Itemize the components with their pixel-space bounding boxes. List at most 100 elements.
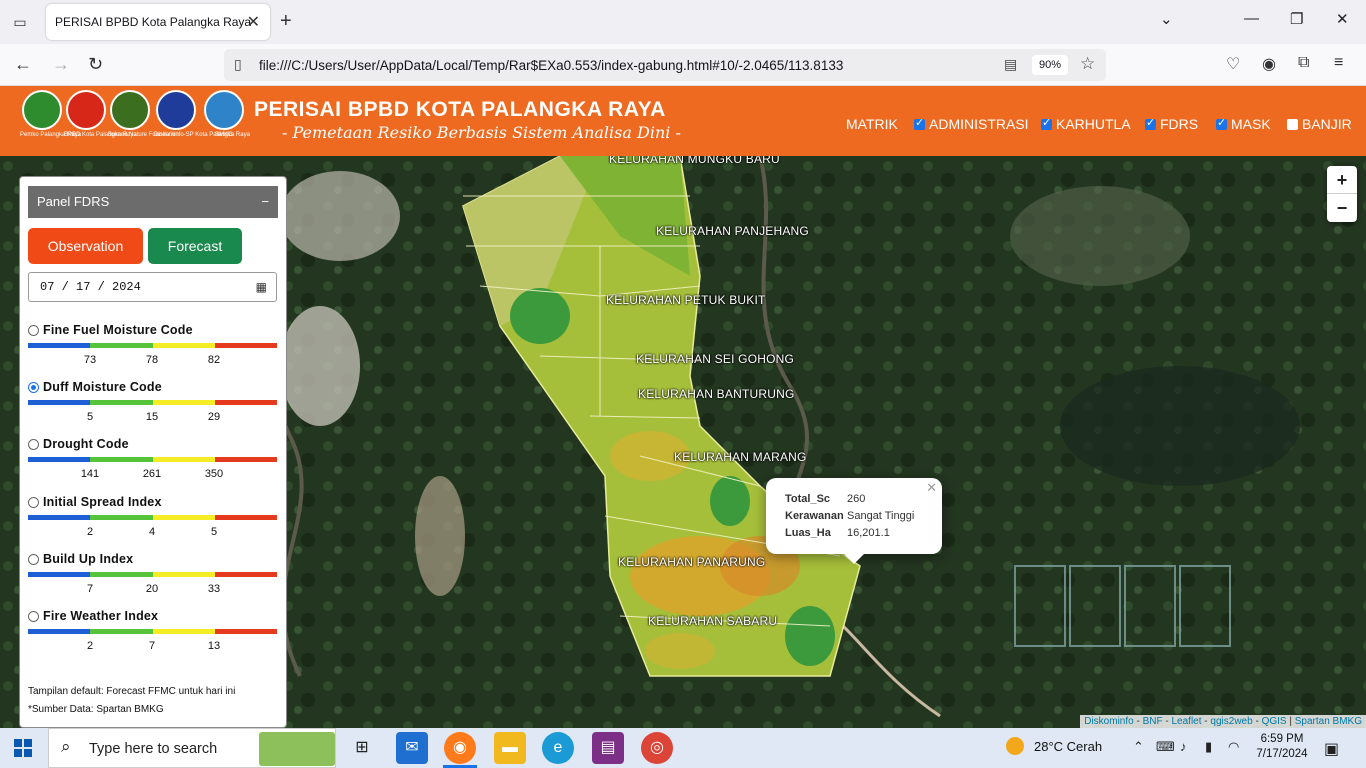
mail-app-icon[interactable]: ✉	[396, 732, 428, 764]
minimize-icon[interactable]: —	[1244, 10, 1259, 27]
menu-banjir[interactable]: BANJIR	[1287, 116, 1352, 132]
keyboard-icon[interactable]: ⌨	[1156, 739, 1175, 755]
forward-icon[interactable]: →	[52, 54, 70, 75]
radio-button[interactable]	[28, 439, 39, 450]
default-note: Tampilan default: Forecast FFMC untuk ha…	[28, 686, 236, 697]
close-tab-icon[interactable]: ✕	[247, 12, 260, 32]
attribution-link[interactable]: qgis2web	[1210, 716, 1252, 727]
tab-list-icon[interactable]: ▭	[10, 12, 30, 32]
winrar-icon[interactable]: ▤	[592, 732, 624, 764]
app-title: PERISAI BPBD KOTA PALANGKA RAYA	[254, 98, 666, 121]
browser-tab-bar: ▭ PERISAI BPBD Kota Palangka Raya ✕ + ⌄ …	[0, 0, 1366, 44]
back-icon[interactable]: ←	[14, 54, 32, 75]
file-explorer-icon[interactable]: ▬	[494, 732, 526, 764]
checkbox-fdrs[interactable]	[1145, 116, 1156, 130]
observation-button[interactable]: Observation	[28, 228, 143, 264]
zoom-in-button[interactable]: +	[1327, 166, 1357, 194]
restore-icon[interactable]: ❐	[1290, 10, 1303, 28]
wifi-icon[interactable]: ◠	[1228, 739, 1239, 755]
firefox-icon[interactable]: ◉	[444, 732, 476, 764]
taskbar-search[interactable]: ⌕ Type here to search	[48, 728, 336, 768]
menu-administrasi-label: ADMINISTRASI	[929, 116, 1029, 132]
checkbox-banjir[interactable]	[1287, 119, 1298, 130]
threshold: 33	[207, 583, 221, 595]
logo-caption: BMKG	[215, 132, 233, 138]
menu-administrasi[interactable]: ADMINISTRASI	[914, 116, 1029, 132]
clock-date: 7/17/2024	[1256, 748, 1308, 760]
windows-start-icon[interactable]	[14, 739, 32, 757]
chrome-icon[interactable]: ◎	[641, 732, 673, 764]
popup-value: 16,201.1	[847, 527, 890, 539]
system-clock[interactable]: 6:59 PM 7/17/2024	[1252, 732, 1312, 762]
new-tab-icon[interactable]: +	[280, 10, 292, 33]
account-icon[interactable]: ◉	[1262, 54, 1276, 74]
label-kelurahan: KELURAHAN BANTURUNG	[638, 387, 795, 401]
threshold: 261	[142, 468, 162, 480]
menu-matrik[interactable]: MATRIK	[846, 116, 898, 132]
checkbox-administrasi[interactable]	[914, 116, 925, 130]
pocket-icon[interactable]: ♡	[1226, 54, 1240, 74]
logo-bnf-emblem	[110, 90, 150, 130]
panel-collapse-button[interactable]: −	[261, 186, 269, 218]
threshold: 29	[207, 411, 221, 423]
calendar-icon[interactable]: ▦	[256, 273, 267, 301]
tab-title: PERISAI BPBD Kota Palangka Raya	[55, 15, 252, 29]
radio-button[interactable]	[28, 325, 39, 336]
menu-matrik-label: MATRIK	[846, 116, 898, 132]
color-scale	[28, 457, 277, 462]
source-note: *Sumber Data: Spartan BMKG	[28, 704, 164, 715]
reader-view-icon[interactable]: ▤	[1004, 56, 1017, 73]
attribution-link[interactable]: Diskominfo	[1084, 716, 1133, 727]
menu-mask[interactable]: MASK	[1216, 116, 1271, 132]
close-window-icon[interactable]: ✕	[1336, 10, 1349, 28]
threshold: 78	[145, 354, 159, 366]
checkbox-mask[interactable]	[1216, 116, 1227, 130]
threshold: 2	[86, 640, 94, 652]
label-kelurahan: KELURAHAN SEI GOHONG	[636, 352, 795, 366]
attribution-link[interactable]: Spartan BMKG	[1295, 716, 1362, 727]
url-text[interactable]: file:///C:/Users/User/AppData/Local/Temp…	[259, 58, 843, 73]
threshold: 7	[148, 640, 156, 652]
chevron-down-icon[interactable]: ⌄	[1160, 10, 1173, 28]
menu-icon[interactable]: ≡	[1334, 54, 1343, 72]
browser-nav-bar: ← → ↻ ▯ file:///C:/Users/User/AppData/Lo…	[0, 44, 1366, 86]
weather-widget[interactable]: 28°C Cerah	[1006, 737, 1102, 755]
index-name: Drought Code	[43, 437, 129, 451]
volume-icon[interactable]: ♪	[1180, 739, 1187, 754]
label-kelurahan: KELURAHAN PANARUNG	[618, 555, 766, 569]
date-input[interactable]: 07 / 17 / 2024 ▦	[28, 272, 277, 302]
zoom-level[interactable]: 90%	[1032, 55, 1068, 75]
attribution-link[interactable]: BNF	[1143, 716, 1163, 727]
logo-pemko: Pemko Palangka Raya	[20, 90, 81, 139]
notification-icon[interactable]: ▣	[1324, 739, 1339, 759]
radio-button[interactable]	[28, 497, 39, 508]
attribution-link[interactable]: Leaflet	[1171, 716, 1201, 727]
battery-icon[interactable]: ▮	[1205, 739, 1212, 755]
reload-icon[interactable]: ↻	[88, 54, 103, 75]
checkbox-karhutla[interactable]	[1041, 116, 1052, 130]
forecast-button[interactable]: Forecast	[148, 228, 242, 264]
menu-mask-label: MASK	[1231, 116, 1271, 132]
task-view-icon[interactable]: ⊞	[346, 732, 378, 764]
threshold: 15	[145, 411, 159, 423]
menu-karhutla[interactable]: KARHUTLA	[1041, 116, 1131, 132]
zoom-out-button[interactable]: −	[1327, 194, 1357, 222]
radio-button[interactable]	[28, 554, 39, 565]
threshold: 350	[204, 468, 224, 480]
extensions-icon[interactable]: ⧉	[1298, 54, 1309, 72]
logo-caption: Borneo Nature Foundation	[108, 132, 179, 138]
menu-fdrs[interactable]: FDRS	[1145, 116, 1198, 132]
panel-title: Panel FDRS	[37, 194, 110, 209]
chevron-up-icon[interactable]: ⌃	[1133, 739, 1144, 755]
radio-button[interactable]	[28, 611, 39, 622]
radio-button-selected[interactable]	[28, 382, 39, 393]
url-bar[interactable]: ▯ file:///C:/Users/User/AppData/Local/Te…	[224, 49, 1106, 81]
threshold: 73	[83, 354, 97, 366]
search-placeholder: Type here to search	[89, 741, 218, 757]
popup-row: Luas_Ha 16,201.1	[785, 527, 890, 539]
attribution-link[interactable]: QGIS	[1262, 716, 1287, 727]
bookmark-star-icon[interactable]: ☆	[1080, 54, 1095, 74]
popup-close-icon[interactable]: ✕	[926, 480, 937, 496]
edge-icon[interactable]: e	[542, 732, 574, 764]
browser-tab[interactable]: PERISAI BPBD Kota Palangka Raya ✕	[46, 4, 270, 40]
